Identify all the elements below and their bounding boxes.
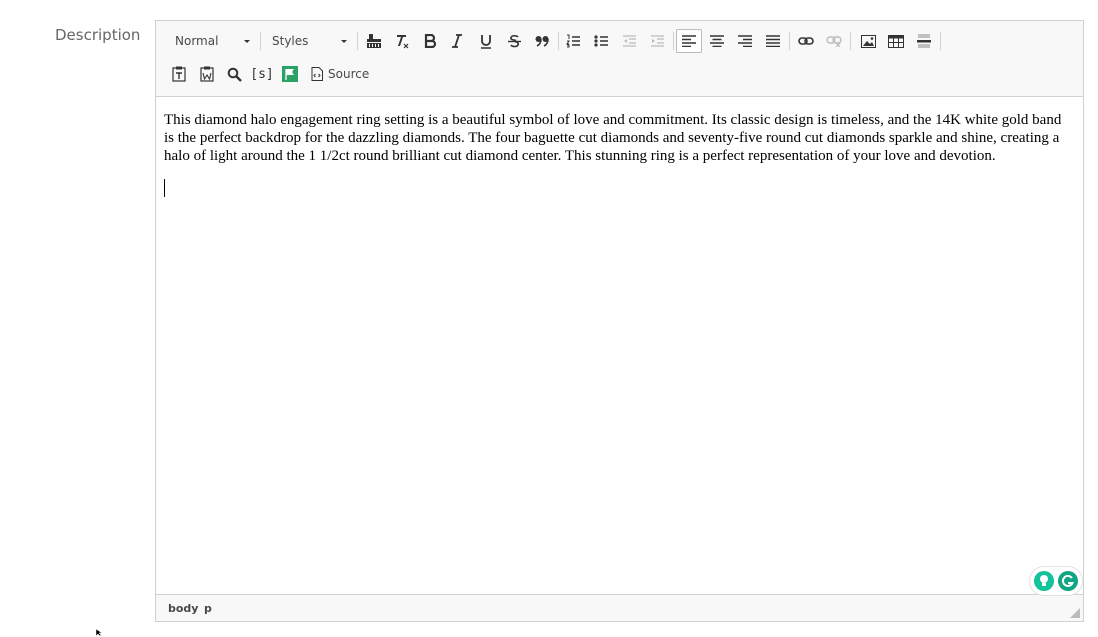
toolbar-separator: [260, 32, 261, 50]
grammarly-widget[interactable]: [1030, 567, 1082, 595]
strikethrough-icon: [507, 34, 521, 47]
outdent-button[interactable]: [616, 29, 642, 53]
editor-toolbar: Normal Styles [s] Source: [156, 21, 1083, 97]
unlink-button[interactable]: [821, 29, 847, 53]
mouse-pointer-icon: [95, 628, 103, 637]
toolbar-separator: [357, 32, 358, 50]
paint-format-icon: [367, 34, 381, 48]
rich-text-editor: Normal Styles [s] Source This diamond ha…: [155, 20, 1084, 622]
unlink-icon: [826, 36, 842, 47]
format-dropdown-value: Normal: [175, 34, 219, 48]
indent-icon: [651, 35, 664, 47]
paste-word-icon: [200, 66, 214, 82]
link-icon: [798, 37, 814, 45]
description-label: Description: [55, 26, 141, 44]
remove-format-icon: [397, 35, 409, 49]
paste-word-button[interactable]: [194, 62, 220, 86]
table-button[interactable]: [883, 29, 909, 53]
placeholder-button[interactable]: [s]: [249, 62, 275, 86]
styles-dropdown-value: Styles: [272, 34, 309, 48]
element-path-body[interactable]: body: [168, 602, 198, 615]
numbered-list-button[interactable]: [560, 29, 586, 53]
placeholder-icon: [s]: [250, 66, 274, 82]
chevron-down-icon: [244, 40, 250, 43]
flag-button[interactable]: [277, 62, 303, 86]
bold-icon: [424, 34, 437, 48]
text-caret: [164, 179, 165, 197]
bulleted-list-icon: [594, 35, 608, 47]
format-dropdown[interactable]: Normal: [166, 30, 254, 52]
source-button[interactable]: Source: [311, 62, 369, 86]
find-icon: [227, 67, 242, 82]
remove-format-button[interactable]: [389, 29, 415, 53]
toolbar-separator: [789, 32, 790, 50]
source-icon: [311, 67, 323, 81]
justify-icon: [766, 35, 780, 47]
image-button[interactable]: [855, 29, 881, 53]
link-button[interactable]: [793, 29, 819, 53]
align-center-icon: [710, 35, 724, 47]
align-right-icon: [738, 35, 752, 47]
source-label: Source: [328, 67, 370, 81]
underline-icon: [481, 34, 491, 49]
align-right-button[interactable]: [732, 29, 758, 53]
table-icon: [888, 34, 904, 48]
blockquote-button[interactable]: [529, 29, 555, 53]
toolbar-row-1: Normal Styles: [156, 26, 1083, 56]
italic-button[interactable]: [444, 29, 470, 53]
align-center-button[interactable]: [704, 29, 730, 53]
italic-icon: [452, 34, 462, 48]
horizontal-line-icon: [917, 34, 931, 48]
paste-text-button[interactable]: [166, 62, 192, 86]
align-left-icon: [682, 35, 696, 47]
grammarly-icon[interactable]: [1058, 571, 1078, 591]
find-button[interactable]: [221, 62, 247, 86]
horizontal-line-button[interactable]: [911, 29, 937, 53]
blockquote-icon: [535, 36, 549, 47]
editor-content-area[interactable]: This diamond halo engagement ring settin…: [164, 111, 1073, 197]
indent-button[interactable]: [644, 29, 670, 53]
outdent-icon: [623, 35, 636, 47]
bulleted-list-button[interactable]: [588, 29, 614, 53]
toolbar-separator: [673, 32, 674, 50]
bold-button[interactable]: [417, 29, 443, 53]
styles-dropdown[interactable]: Styles: [263, 30, 351, 52]
editor-status-bar: body p: [156, 594, 1083, 621]
flag-icon: [282, 66, 298, 82]
toolbar-row-2: [s] Source: [156, 59, 1083, 89]
toolbar-separator: [850, 32, 851, 50]
paint-format-button[interactable]: [361, 29, 387, 53]
underline-button[interactable]: [473, 29, 499, 53]
toolbar-separator: [558, 32, 559, 50]
element-path-p[interactable]: p: [204, 602, 212, 615]
numbered-list-icon: [566, 34, 580, 48]
image-icon: [860, 34, 876, 48]
toolbar-separator: [940, 32, 941, 50]
strikethrough-button[interactable]: [501, 29, 527, 53]
chevron-down-icon: [341, 40, 347, 43]
justify-button[interactable]: [760, 29, 786, 53]
resize-handle-icon[interactable]: [1070, 608, 1080, 618]
paste-text-icon: [172, 66, 186, 82]
lightbulb-icon[interactable]: [1034, 571, 1054, 591]
align-left-button[interactable]: [676, 29, 702, 53]
description-paragraph[interactable]: This diamond halo engagement ring settin…: [164, 111, 1073, 165]
